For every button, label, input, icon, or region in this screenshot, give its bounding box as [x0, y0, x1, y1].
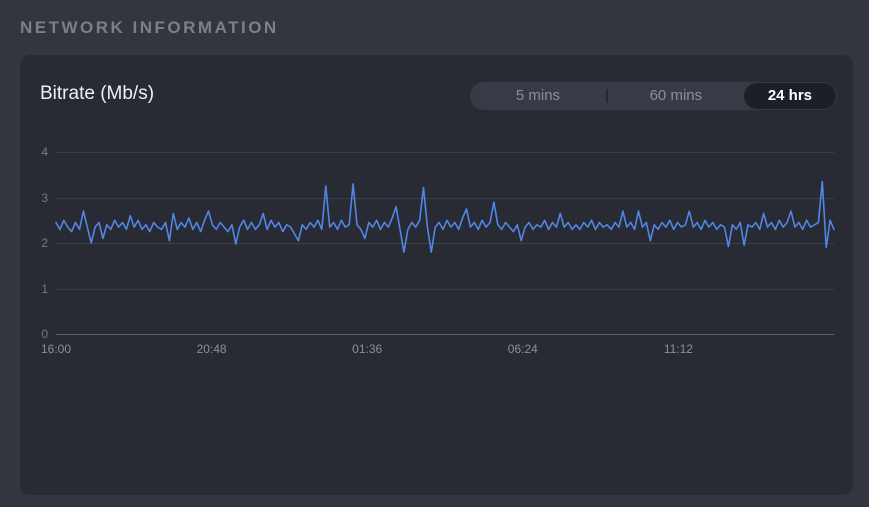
y-tick-label: 3 [41, 190, 48, 205]
gridline-y0 [56, 334, 834, 335]
y-tick-label: 2 [41, 236, 48, 250]
page-title: NETWORK INFORMATION [20, 18, 279, 37]
x-tick-label: 11:12 [663, 342, 693, 356]
chart-title: Bitrate (Mb/s) [40, 83, 155, 104]
y-tick-label: 4 [41, 145, 48, 159]
range-option-24-hrs[interactable]: 24 hrs [743, 83, 837, 109]
time-range-selector: 5 mins 60 mins 24 hrs [470, 82, 837, 110]
range-option-5-mins[interactable]: 5 mins [470, 82, 606, 110]
x-tick-label: 06:24 [507, 342, 538, 356]
network-information-card: Bitrate (Mb/s) 5 mins 60 mins 24 hrs 0 1 2… [20, 55, 853, 495]
x-tick-label: 20:48 [196, 342, 227, 356]
range-option-60-mins[interactable]: 60 mins [608, 82, 744, 110]
y-tick-label: 1 [41, 281, 48, 296]
bitrate-chart: 0 1 2 3 4 16:00 20:48 01:36 06:24 11:12 [41, 145, 835, 356]
x-tick-label: 01:36 [352, 342, 383, 356]
bitrate-line-series [55, 180, 835, 253]
y-tick-label: 0 [41, 327, 48, 341]
x-tick-label: 16:00 [40, 342, 72, 356]
